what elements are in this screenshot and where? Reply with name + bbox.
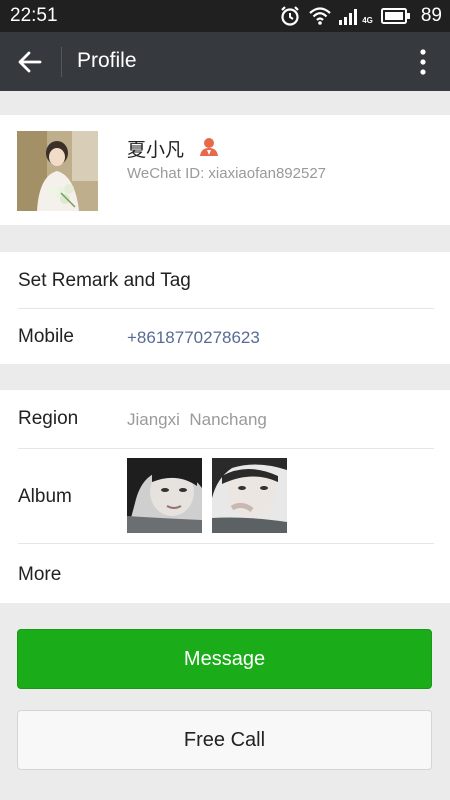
back-arrow-icon	[18, 51, 42, 73]
set-remark-row[interactable]: Set Remark and Tag	[0, 252, 450, 308]
album-label: Album	[18, 486, 72, 507]
album-photo[interactable]	[212, 458, 287, 533]
message-button[interactable]: Message	[17, 629, 432, 689]
more-vertical-icon	[420, 49, 426, 75]
back-button[interactable]	[14, 46, 46, 78]
alarm-icon	[281, 6, 299, 26]
action-bar: Profile	[0, 32, 450, 91]
mobile-label: Mobile	[18, 326, 74, 347]
contact-name: 夏小凡	[127, 140, 185, 161]
user-icon	[200, 138, 218, 156]
action-bar-divider	[61, 47, 62, 77]
wechat-id: WeChat ID: xiaxiaofan892527	[127, 165, 327, 182]
more-options-button[interactable]	[416, 46, 430, 78]
status-icons: 4G 89	[279, 4, 442, 28]
battery-level: 89	[420, 5, 442, 26]
contact-info-card: Set Remark and Tag Mobile +8618770278623	[0, 252, 450, 364]
region-label: Region	[18, 408, 79, 429]
mobile-number-link[interactable]: +8618770278623	[127, 328, 260, 348]
region-row: Region Jiangxi Nanchang	[0, 390, 450, 448]
album-photo[interactable]	[127, 458, 202, 533]
network-type-label: 4G	[362, 16, 373, 25]
status-time: 22:51	[10, 5, 58, 26]
details-card: Region Jiangxi Nanchang Album More	[0, 390, 450, 603]
wifi-icon	[309, 7, 331, 25]
region-value: Jiangxi Nanchang	[127, 410, 267, 429]
more-label: More	[18, 564, 62, 585]
album-photo-image	[212, 458, 287, 533]
mobile-row: Mobile +8618770278623	[0, 309, 450, 364]
avatar-photo	[17, 131, 98, 211]
album-photo-image	[127, 458, 202, 533]
battery-icon	[380, 8, 410, 24]
more-row[interactable]: More	[0, 544, 450, 603]
signal-icon	[339, 9, 358, 25]
set-remark-label: Set Remark and Tag	[18, 270, 191, 291]
status-bar: 22:51 4G 89	[0, 0, 450, 32]
free-call-button[interactable]: Free Call	[17, 710, 432, 770]
album-row[interactable]: Album	[0, 449, 450, 543]
page-title: Profile	[77, 49, 137, 72]
profile-card[interactable]: 夏小凡 WeChat ID: xiaxiaofan892527	[0, 115, 450, 225]
avatar[interactable]	[17, 131, 98, 211]
